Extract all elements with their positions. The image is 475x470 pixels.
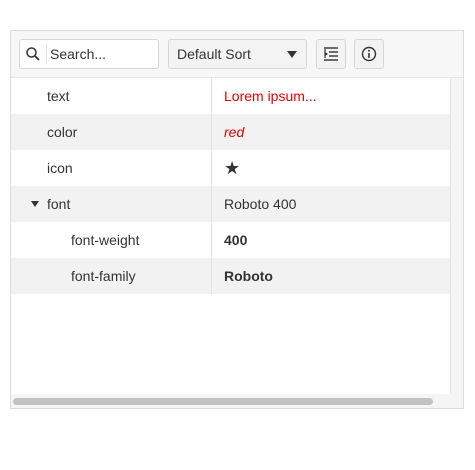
property-value[interactable]: red — [224, 114, 244, 150]
property-grid-panel: Default Sort text Lorem ipsum... — [10, 30, 464, 409]
search-input[interactable] — [50, 44, 154, 64]
property-row-icon[interactable]: icon ★ — [11, 150, 450, 186]
toolbar: Default Sort — [11, 31, 463, 78]
grid-empty-area — [11, 294, 450, 394]
star-icon[interactable]: ★ — [224, 150, 240, 186]
property-row-font-weight[interactable]: font-weight 400 — [11, 222, 450, 258]
property-name: font-family — [71, 268, 136, 284]
horizontal-scrollbar-thumb[interactable] — [13, 398, 433, 405]
property-row-color[interactable]: color red — [11, 114, 450, 150]
property-name: icon — [47, 160, 73, 176]
sort-select-label: Default Sort — [177, 46, 251, 62]
expand-toggle-icon[interactable] — [31, 201, 39, 207]
property-name: font-weight — [71, 232, 140, 248]
property-name: text — [47, 88, 70, 104]
property-value[interactable]: Lorem ipsum... — [224, 78, 317, 114]
property-value[interactable]: 400 — [224, 222, 247, 258]
property-row-font-family[interactable]: font-family Roboto — [11, 258, 450, 294]
search-separator — [46, 44, 47, 64]
property-row-font[interactable]: font Roboto 400 — [11, 186, 450, 222]
categorize-button[interactable] — [316, 39, 346, 69]
property-value[interactable]: Roboto — [224, 258, 273, 294]
chevron-down-icon — [287, 51, 297, 58]
search-box[interactable] — [19, 39, 159, 69]
property-name: color — [47, 124, 78, 140]
property-grid: text Lorem ipsum... color red icon ★ fon… — [11, 78, 450, 294]
search-icon — [26, 47, 40, 61]
column-divider[interactable] — [211, 78, 212, 294]
property-name: font — [47, 196, 71, 212]
vertical-scrollbar[interactable] — [450, 78, 463, 394]
info-icon — [361, 46, 377, 62]
property-row-text[interactable]: text Lorem ipsum... — [11, 78, 450, 114]
property-value[interactable]: Roboto 400 — [224, 186, 296, 222]
sort-select[interactable]: Default Sort — [168, 39, 307, 69]
list-indent-icon — [324, 47, 338, 61]
horizontal-scrollbar[interactable] — [11, 394, 463, 408]
info-button[interactable] — [354, 39, 384, 69]
